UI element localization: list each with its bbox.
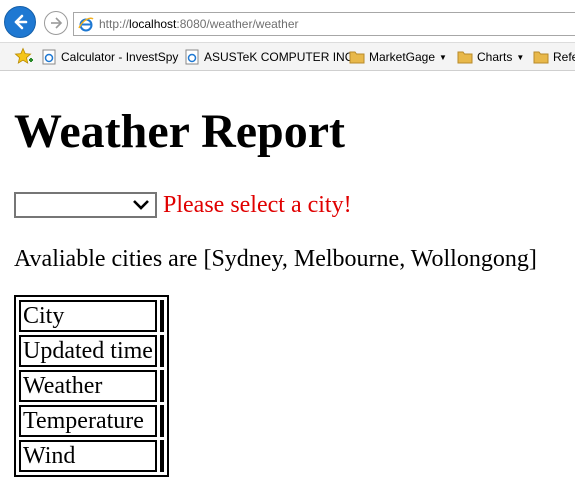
row-label-wind: Wind	[19, 440, 157, 472]
favorites-star-icon[interactable]	[14, 47, 34, 67]
table-row: Weather	[19, 370, 164, 402]
ie-page-icon	[185, 49, 199, 65]
chevron-down-icon: ▼	[516, 52, 525, 62]
favorite-label: Charts	[477, 50, 513, 64]
forward-button[interactable]	[44, 11, 68, 35]
favorite-folder-marketgage[interactable]: MarketGage ▼	[349, 48, 447, 66]
favorite-calculator-investspy[interactable]: Calculator - InvestSpy	[41, 48, 178, 66]
table-row: Updated time	[19, 335, 164, 367]
browser-chrome: http://localhost:8080/weather/weather Ca…	[0, 0, 575, 71]
favorite-folder-refe[interactable]: Refe	[533, 48, 575, 66]
row-value-wind	[159, 440, 164, 472]
row-label-city: City	[19, 300, 157, 332]
forward-arrow-icon	[51, 17, 63, 29]
favorite-label: MarketGage	[369, 50, 436, 64]
folder-icon	[533, 51, 549, 64]
page-title: Weather Report	[14, 105, 346, 158]
row-value-updated-time	[159, 335, 164, 367]
address-bar[interactable]: http://localhost:8080/weather/weather	[73, 12, 575, 36]
folder-icon	[457, 51, 473, 64]
table-row: Wind	[19, 440, 164, 472]
url-rest: :8080/weather/weather	[176, 17, 299, 31]
city-select[interactable]	[14, 192, 157, 218]
url-prefix: http://	[99, 17, 130, 31]
url-host: localhost	[129, 17, 177, 31]
row-label-updated-time: Updated time	[19, 335, 157, 367]
favorite-label: ASUSTeK COMPUTER INC	[204, 50, 354, 64]
row-label-temperature: Temperature	[19, 405, 157, 437]
ie-icon	[78, 17, 94, 32]
favorites-bar: Calculator - InvestSpy ASUSTeK COMPUTER …	[0, 42, 575, 71]
favorite-label: Refe	[553, 50, 575, 64]
folder-icon	[349, 51, 365, 64]
favorite-folder-charts[interactable]: Charts ▼	[457, 48, 524, 66]
ie-page-icon	[42, 49, 56, 65]
weather-table: City Updated time Weather Temperature Wi…	[14, 295, 169, 477]
table-row: Temperature	[19, 405, 164, 437]
error-message: Please select a city!	[163, 192, 352, 218]
navigation-bar: http://localhost:8080/weather/weather	[0, 0, 575, 42]
favorite-asustek[interactable]: ASUSTeK COMPUTER INC	[184, 48, 353, 66]
row-value-city	[159, 300, 164, 332]
url-text: http://localhost:8080/weather/weather	[99, 17, 299, 31]
available-cities-text: Avaliable cities are [Sydney, Melbourne,…	[14, 246, 537, 272]
row-value-temperature	[159, 405, 164, 437]
favorite-label: Calculator - InvestSpy	[61, 50, 179, 64]
row-label-weather: Weather	[19, 370, 157, 402]
back-arrow-icon	[14, 14, 28, 30]
back-button[interactable]	[4, 6, 36, 38]
chevron-down-icon	[133, 200, 149, 210]
chevron-down-icon: ▼	[439, 52, 447, 62]
table-row: City	[19, 300, 164, 332]
row-value-weather	[159, 370, 164, 402]
